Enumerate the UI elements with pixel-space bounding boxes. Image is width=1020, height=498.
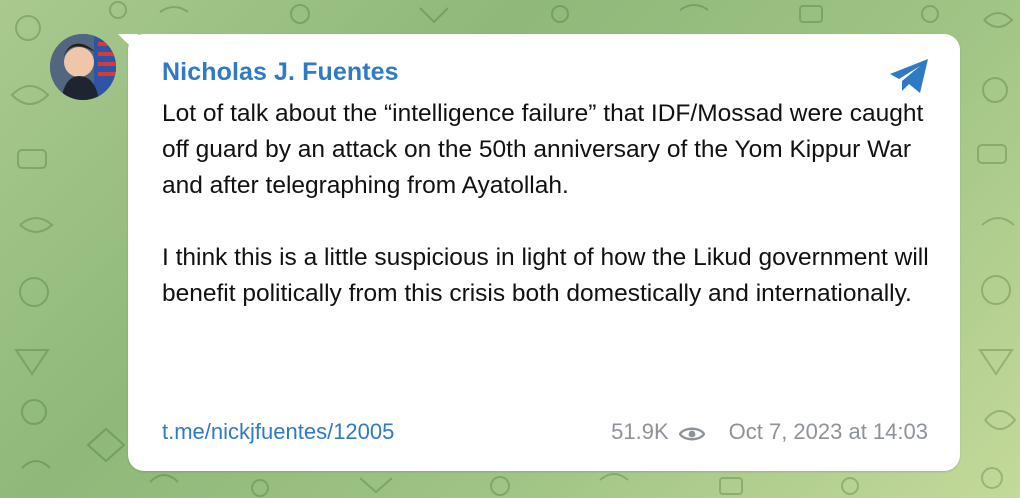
message-paragraph-1: Lot of talk about the “intelligence fail… (162, 100, 924, 199)
eye-icon-svg (678, 427, 706, 441)
telegram-share-icon[interactable] (886, 56, 932, 96)
avatar-photo-icon (50, 34, 116, 100)
message-timestamp: Oct 7, 2023 at 14:03 (728, 419, 928, 444)
eye-icon (678, 423, 706, 441)
message-metadata: 51.9K Oct 7, 2023 at 14:03 (611, 419, 928, 445)
message-footer: t.me/nickjfuentes/12005 51.9K Oct 7, 202… (162, 417, 928, 447)
message-bubble: Nicholas J. Fuentes Lot of talk about th… (128, 34, 960, 471)
view-count: 51.9K (611, 419, 669, 444)
message-link[interactable]: t.me/nickjfuentes/12005 (162, 419, 394, 445)
profile-avatar[interactable] (50, 34, 116, 100)
message-text: Lot of talk about the “intelligence fail… (162, 96, 942, 312)
message-paragraph-2: I think this is a little suspicious in l… (162, 244, 929, 307)
author-name[interactable]: Nicholas J. Fuentes (162, 58, 399, 87)
paper-plane-icon (890, 59, 928, 93)
